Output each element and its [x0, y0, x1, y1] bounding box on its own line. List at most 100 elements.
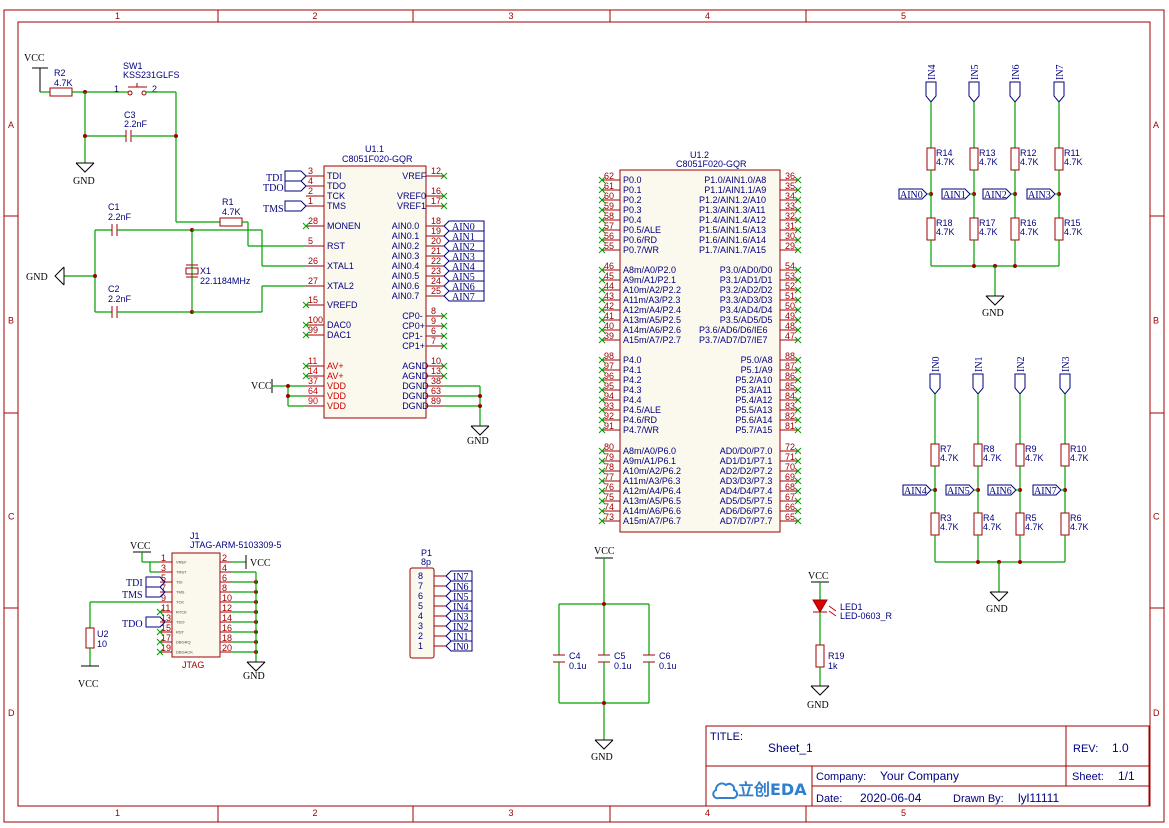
u12-pin-name: P4.0 — [623, 355, 642, 365]
r1-ref: R1 — [222, 197, 234, 207]
u11-pin-name: CP0+ — [402, 321, 425, 331]
col-marker: 1 — [115, 11, 120, 21]
u12-pin-name: AD3/D3/P7.3 — [720, 476, 773, 486]
u11-pin-name: CP1+ — [402, 341, 425, 351]
u12-pin-number: 85 — [785, 381, 795, 391]
j1-pin-number: 6 — [222, 573, 227, 583]
divider-resistor[interactable] — [1015, 443, 1025, 467]
u12-pin-number: 84 — [785, 391, 795, 401]
tdo-flag — [284, 180, 307, 192]
u2-body[interactable] — [85, 627, 95, 649]
resistor-value: 4.7K — [936, 157, 955, 167]
u12-pin-number: 76 — [604, 482, 614, 492]
ain-flag-text: AIN4 — [904, 486, 927, 497]
u12-pin-name: A13m/A5/P2.5 — [623, 315, 681, 325]
j1-pin-number: 14 — [222, 613, 232, 623]
u11-pin-number: 9 — [431, 316, 436, 326]
divider-resistor[interactable] — [1015, 512, 1025, 536]
led1-body[interactable] — [812, 599, 828, 613]
u12-pin-name: P0.3 — [623, 205, 642, 215]
u11-pin-name: TCK — [327, 191, 345, 201]
row-marker: C — [8, 512, 15, 522]
c6-ref: C6 — [659, 651, 671, 661]
tdo-flag-label: TDO — [263, 183, 284, 194]
company-value: Your Company — [880, 769, 959, 783]
u12-pin-name: P0.4 — [623, 215, 642, 225]
title-label: TITLE: — [710, 731, 743, 743]
u1-1-gnd-net: GND — [444, 385, 490, 447]
divider-resistor[interactable] — [969, 217, 979, 241]
u12-pin-name: P5.4/A12 — [735, 395, 772, 405]
divider-resistor[interactable] — [926, 217, 936, 241]
u12-pin-name: P5.7/A15 — [735, 425, 772, 435]
u12-pin-name: A14m/A6/P2.6 — [623, 325, 681, 335]
divider-resistor[interactable] — [930, 512, 940, 536]
u12-pin-name: P1.7/AIN1.7/A15 — [699, 245, 766, 255]
u12-pin-name: AD2/D2/P7.2 — [720, 466, 773, 476]
divider-resistor[interactable] — [1060, 512, 1070, 536]
resistor-value: 4.7K — [1020, 157, 1039, 167]
u12-pin-name: P0.7/WR — [623, 245, 660, 255]
p1-pin-number: 6 — [418, 591, 423, 601]
j1-pin-name: DBGRQ — [176, 640, 191, 645]
u11-pin-number: 1 — [308, 196, 313, 206]
u12-pin-number: 73 — [604, 512, 614, 522]
divider-resistor[interactable] — [969, 147, 979, 171]
u1-1-jtag-flags: TDI TDO TMS — [263, 170, 307, 215]
u11-pin-number: 24 — [431, 276, 441, 286]
divider-resistor[interactable] — [1054, 147, 1064, 171]
ain-flag-text: AIN1 — [943, 190, 966, 201]
company-label: Company: — [816, 771, 866, 783]
u12-pin-name: P5.6/A14 — [735, 415, 772, 425]
j1-pin-number: 4 — [222, 563, 227, 573]
u1-1-value: C8051F020-GQR — [342, 154, 413, 164]
sheet-number: 1/1 — [1118, 769, 1135, 783]
u12-pin-name: P1.0/AIN1.0/A8 — [704, 175, 766, 185]
divider-resistor[interactable] — [930, 443, 940, 467]
cloud-icon — [712, 782, 739, 800]
u12-pin-name: P5.5/A13 — [735, 405, 772, 415]
col-marker: 4 — [705, 11, 710, 21]
divider-resistor[interactable] — [1010, 217, 1020, 241]
input-flag-text: IN6 — [1011, 64, 1022, 80]
u11-pin-number: 8 — [431, 306, 436, 316]
u12-pin-number: 35 — [785, 181, 795, 191]
row-marker: D — [1153, 708, 1160, 718]
u11-pin-name: MONEN — [327, 221, 361, 231]
resistor-value: 4.7K — [983, 453, 1002, 463]
led1-value: LED-0603_R — [840, 611, 893, 621]
u12-pin-name: P0.0 — [623, 175, 642, 185]
u12-pin-number: 45 — [604, 271, 614, 281]
u12-pin-name: A15m/A7/P2.7 — [623, 335, 681, 345]
j1-value: JTAG-ARM-5103309-5 — [190, 540, 281, 550]
row-marker: D — [8, 708, 15, 718]
u12-pin-number: 92 — [604, 411, 614, 421]
j1-pin-name: DBGACK — [176, 650, 193, 655]
r19-body[interactable] — [815, 644, 825, 668]
input-flag — [1053, 81, 1065, 103]
gnd-symbol-left — [54, 266, 65, 286]
u12-pin-number: 88 — [785, 351, 795, 361]
u12-pin-number: 87 — [785, 361, 795, 371]
sw1-pin1: 1 — [114, 84, 119, 94]
u12-pin-name: P3.1/AD1/D1 — [720, 275, 773, 285]
u11-pin-number: 7 — [431, 336, 436, 346]
r1-body[interactable] — [219, 217, 243, 227]
divider-resistor[interactable] — [973, 512, 983, 536]
input-flag — [929, 373, 941, 395]
r2-body[interactable] — [49, 87, 73, 97]
divider-resistor[interactable] — [1060, 443, 1070, 467]
divider-resistor[interactable] — [926, 147, 936, 171]
col-marker: 1 — [115, 808, 120, 818]
row-marker: B — [8, 316, 14, 326]
j1-pin-number: 11 — [161, 603, 170, 613]
u12-pin-number: 46 — [604, 261, 614, 271]
divider-resistor[interactable] — [1054, 217, 1064, 241]
gnd-label-j1: GND — [243, 671, 265, 682]
u11-pin-number: 4 — [308, 176, 313, 186]
divider-resistor[interactable] — [973, 443, 983, 467]
divider-resistor[interactable] — [1010, 147, 1020, 171]
u11-pin-number: 5 — [308, 236, 313, 246]
rev-value: 1.0 — [1112, 741, 1129, 755]
u12-pin-number: 60 — [604, 191, 614, 201]
